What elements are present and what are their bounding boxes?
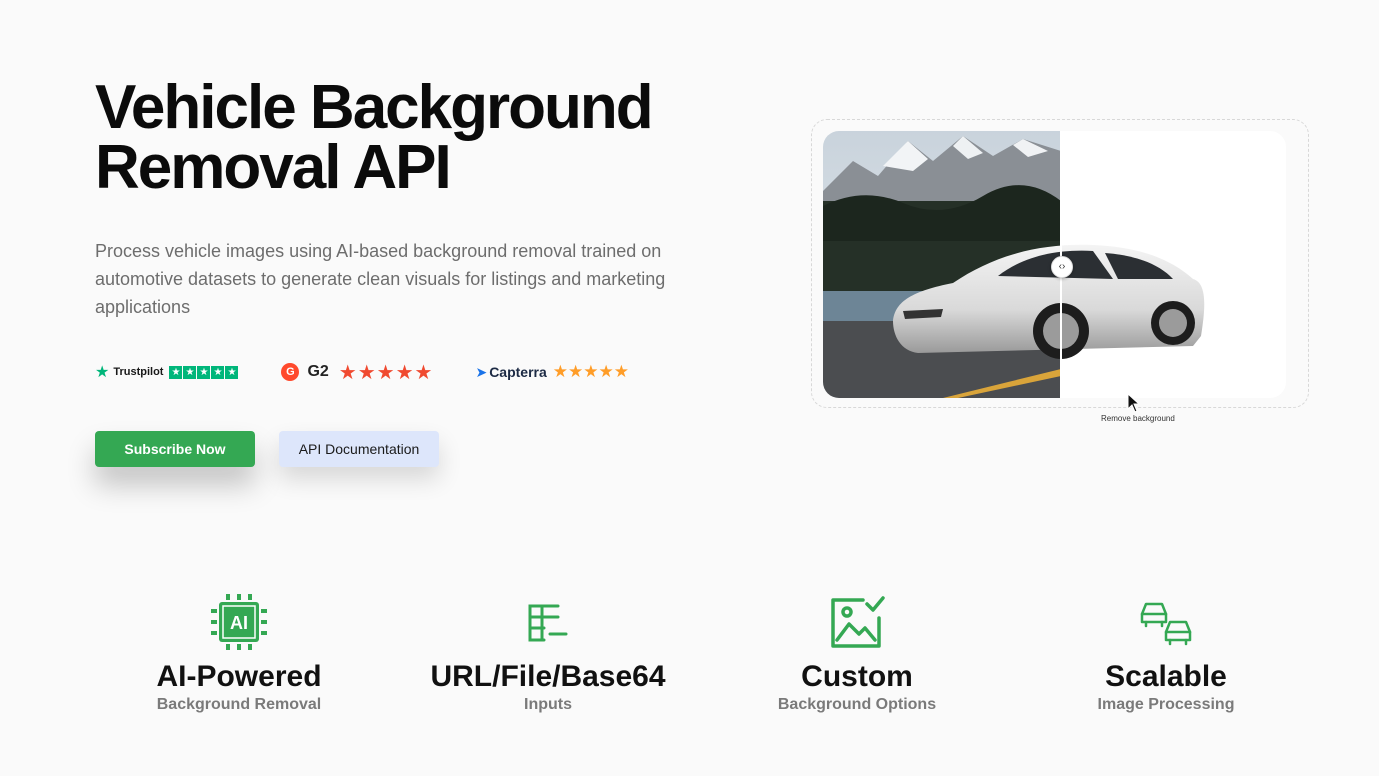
feature-subtitle: Image Processing	[1097, 696, 1235, 713]
g2-label: G2	[307, 363, 329, 380]
remove-background-caption: Remove background	[1101, 414, 1175, 423]
star-icon: ★	[225, 365, 239, 379]
capterra-logo-icon: ➤	[475, 363, 488, 380]
star-icon: ★	[197, 365, 211, 379]
cars-icon	[1140, 602, 1192, 646]
capterra-stars: ★★★★★	[552, 362, 629, 381]
feature-title: Scalable	[1105, 660, 1227, 693]
g2-logo-icon: G	[281, 363, 300, 381]
feature-subtitle: Background Removal	[156, 696, 322, 713]
page-title: Vehicle Background Removal API	[95, 73, 735, 202]
feature-ai-powered: AI AI-Powered Background Removal	[89, 592, 389, 714]
table-input-icon	[528, 604, 568, 642]
api-docs-button[interactable]: API Documentation	[279, 431, 439, 467]
g2-stars: ★★★★★	[338, 361, 434, 384]
page-title-line1: Vehicle Background	[95, 73, 654, 142]
feature-inputs: URL/File/Base64 Inputs	[398, 592, 698, 714]
cursor-icon	[1127, 393, 1141, 413]
feature-subtitle: Background Options	[777, 696, 937, 713]
feature-scalable: Scalable Image Processing	[1016, 592, 1316, 714]
feature-custom: Custom Background Options	[707, 592, 1007, 714]
feature-title: Custom	[801, 660, 913, 693]
capterra-label: Capterra	[489, 364, 547, 380]
svg-text:AI: AI	[230, 613, 248, 633]
hero-description: Process vehicle images using AI-based ba…	[95, 241, 666, 317]
trustpilot-label: Trustpilot	[113, 366, 164, 378]
comparison-slider-handle[interactable]: ‹›	[1051, 256, 1073, 278]
trustpilot-stars: ★ ★ ★ ★ ★	[169, 365, 239, 379]
trustpilot-star-icon: ★	[95, 364, 110, 381]
subscribe-button[interactable]: Subscribe Now	[95, 431, 255, 467]
page-title-line2: Removal API	[95, 133, 452, 202]
feature-title: URL/File/Base64	[430, 660, 666, 693]
star-icon: ★	[211, 365, 225, 379]
ai-chip-icon: AI	[211, 594, 267, 650]
ratings-row: ★ Trustpilot ★ ★ ★ ★ ★ G G2 ★★★★★ ➤ Capt…	[95, 360, 671, 384]
trustpilot-rating[interactable]: ★ Trustpilot ★ ★ ★ ★ ★	[95, 362, 239, 382]
image-check-icon	[831, 596, 885, 648]
feature-subtitle: Inputs	[524, 696, 572, 713]
capterra-rating[interactable]: ➤ Capterra ★★★★★	[475, 362, 629, 382]
feature-title: AI-Powered	[156, 660, 322, 693]
star-icon: ★	[183, 365, 197, 379]
features-section: AI AI-Powered Background Removal URL/Fil…	[0, 592, 1379, 732]
g2-rating[interactable]: G G2 ★★★★★	[281, 360, 433, 385]
star-icon: ★	[169, 365, 183, 379]
